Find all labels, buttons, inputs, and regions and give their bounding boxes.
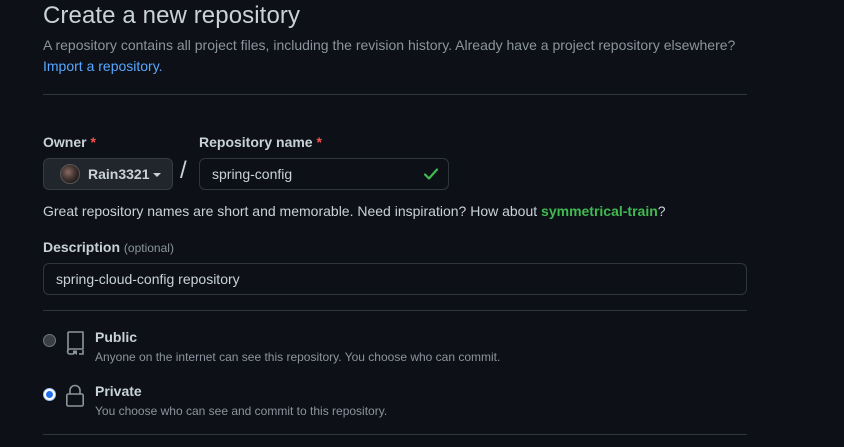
description-label: Description (optional) [43, 239, 174, 255]
hint-text: Great repository names are short and mem… [43, 203, 542, 219]
caret-down-icon [153, 173, 162, 177]
import-repository-link[interactable]: Import a repository. [43, 58, 163, 74]
check-icon [423, 168, 439, 180]
public-radio[interactable] [43, 334, 56, 347]
lock-icon [65, 384, 84, 407]
repo-icon [66, 331, 84, 355]
public-option-description: Anyone on the internet can see this repo… [95, 350, 501, 364]
repo-name-label-text: Repository name [199, 134, 313, 150]
create-repository-page: Create a new repository A repository con… [0, 0, 844, 447]
owner-required-mark: * [90, 134, 96, 150]
page-title: Create a new repository [43, 2, 301, 29]
owner-label-text: Owner [43, 134, 87, 150]
public-option-title: Public [95, 329, 138, 345]
hint-suffix: ? [657, 203, 666, 219]
owner-select-button[interactable]: Rain3321 [43, 158, 173, 190]
description-label-text: Description [43, 239, 121, 255]
private-option-title: Private [95, 383, 142, 399]
header-divider [43, 94, 747, 95]
repo-name-label: Repository name * [199, 134, 322, 150]
description-input[interactable] [43, 263, 747, 295]
avatar [60, 164, 80, 184]
owner-name: Rain3321 [88, 166, 150, 182]
owner-repo-separator: / [180, 157, 187, 184]
visibility-divider [43, 434, 747, 435]
description-optional-note: (optional) [123, 241, 174, 255]
repo-name-required-mark: * [316, 134, 322, 150]
private-radio[interactable] [43, 388, 56, 401]
description-divider [43, 310, 747, 311]
private-option-description: You choose who can see and commit to thi… [95, 404, 388, 418]
repo-name-input[interactable] [199, 158, 449, 190]
name-suggestion-link[interactable]: symmetrical-train [541, 203, 658, 219]
page-subtitle: A repository contains all project files,… [43, 37, 736, 53]
repo-name-hint: Great repository names are short and mem… [43, 203, 666, 219]
owner-label: Owner * [43, 134, 96, 150]
